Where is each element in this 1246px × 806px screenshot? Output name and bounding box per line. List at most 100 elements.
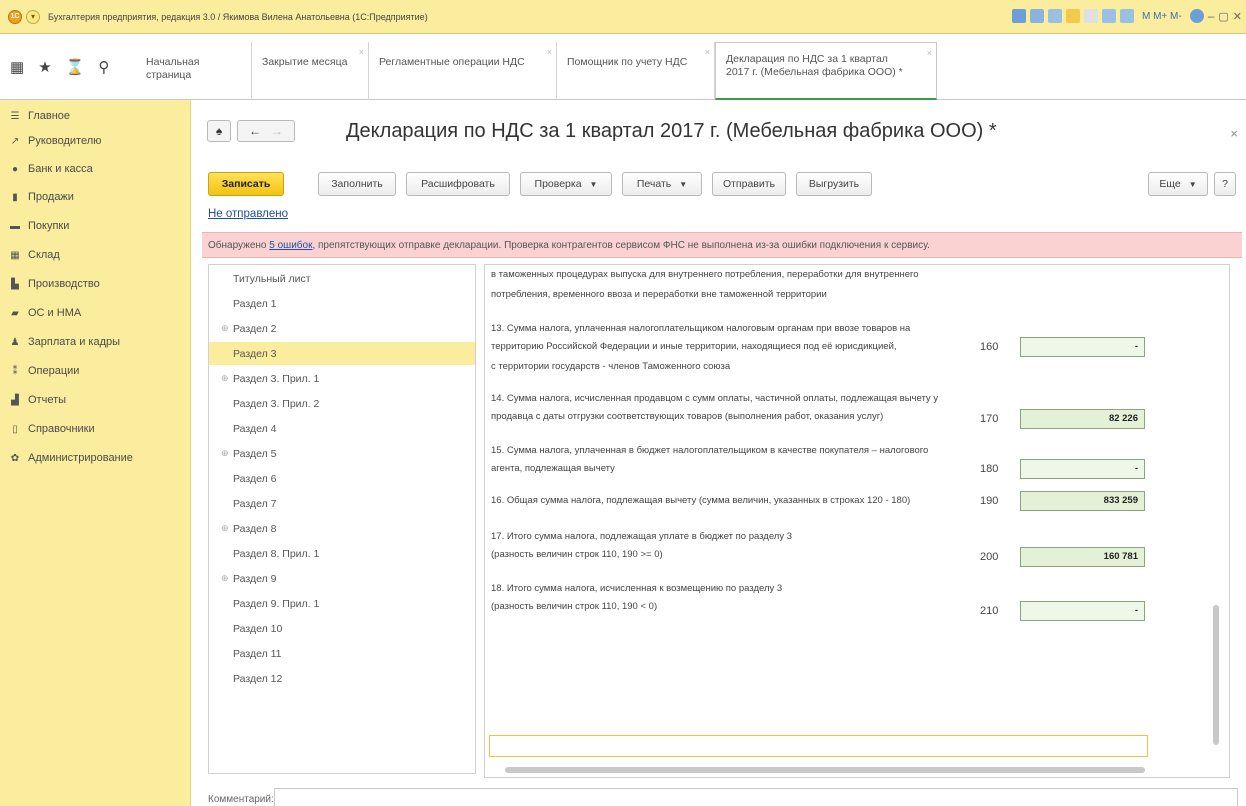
section-item[interactable]: Раздел 10: [209, 617, 475, 640]
sidebar-item-admin[interactable]: ✿ Администрирование: [8, 448, 133, 468]
line-170-field[interactable]: 82 226: [1020, 409, 1145, 429]
section-item[interactable]: Раздел 1: [209, 292, 475, 315]
check-button[interactable]: Проверка ▼: [520, 172, 612, 196]
tab-start-page[interactable]: Начальная страница: [136, 42, 252, 100]
tab-close-icon[interactable]: ×: [359, 46, 364, 59]
section-item[interactable]: Титульный лист: [209, 267, 475, 290]
line-200-field[interactable]: 160 781: [1020, 547, 1145, 567]
calendar-icon[interactable]: [1101, 9, 1116, 23]
section-item[interactable]: ⊕ Раздел 8: [209, 517, 475, 540]
section-item[interactable]: Раздел 4: [209, 417, 475, 440]
save-icon[interactable]: [1011, 9, 1026, 23]
all-functions-icon[interactable]: ▦: [10, 58, 24, 76]
print-button[interactable]: Печать ▼: [622, 172, 702, 196]
tab-close-icon[interactable]: ×: [927, 47, 932, 60]
main-menu-icon[interactable]: ▾: [26, 9, 40, 24]
section-item-selected[interactable]: Раздел 3: [209, 342, 475, 365]
send-button[interactable]: Отправить: [712, 172, 786, 196]
form-text: потребления, временного ввоза и перерабо…: [491, 289, 827, 300]
form-text: территорию Российской Федерации и иные т…: [491, 341, 897, 352]
expand-plus-icon[interactable]: ⊕: [221, 323, 229, 334]
favorites-star-icon[interactable]: ★: [38, 58, 51, 76]
sidebar-item-salary[interactable]: ♟ Зарплата и кадры: [8, 332, 121, 352]
section-item[interactable]: Раздел 11: [209, 642, 475, 665]
close-window-icon[interactable]: ✕: [1233, 10, 1242, 23]
minimize-icon[interactable]: –: [1208, 9, 1215, 23]
info-icon[interactable]: [1189, 9, 1204, 23]
history-icon[interactable]: [1083, 9, 1098, 23]
section-item[interactable]: ⊕ Раздел 3. Прил. 1: [209, 367, 475, 390]
section-item[interactable]: ⊕ Раздел 2: [209, 317, 475, 340]
sidebar-item-assets[interactable]: ▰ ОС и НМА: [8, 303, 81, 323]
calculator-icon[interactable]: [1119, 9, 1134, 23]
tab-vat-declaration[interactable]: Декларация по НДС за 1 квартал 2017 г. (…: [715, 42, 937, 100]
section-item[interactable]: Раздел 12: [209, 667, 475, 690]
window-controls: M M+ M- – ▢ ✕: [1011, 9, 1242, 23]
memory-buttons[interactable]: M M+ M-: [1142, 11, 1182, 22]
back-arrow-icon[interactable]: ←: [249, 124, 261, 138]
horizontal-scrollbar[interactable]: [505, 767, 1145, 773]
close-form-icon[interactable]: ×: [1230, 126, 1238, 141]
section-item[interactable]: Раздел 7: [209, 492, 475, 515]
line-160-field[interactable]: -: [1020, 337, 1145, 357]
home-button[interactable]: ♠: [207, 120, 231, 142]
forward-arrow-icon[interactable]: →: [271, 124, 283, 138]
tab-label-line1: Декларация по НДС за 1 квартал: [726, 53, 888, 65]
sidebar-item-label: Продажи: [28, 191, 74, 203]
sidebar-item-management[interactable]: ↗ Руководителю: [8, 131, 102, 151]
sidebar-item-reports[interactable]: ▟ Отчеты: [8, 390, 66, 410]
expand-plus-icon[interactable]: ⊕: [221, 373, 229, 384]
section-item[interactable]: Раздел 9. Прил. 1: [209, 592, 475, 615]
form-text: 13. Сумма налога, уплаченная налогоплате…: [491, 323, 911, 334]
tab-close-icon[interactable]: ×: [705, 46, 710, 59]
tab-month-close[interactable]: Закрытие месяца ×: [252, 42, 369, 100]
expand-plus-icon[interactable]: ⊕: [221, 573, 229, 584]
expand-plus-icon[interactable]: ⊕: [221, 448, 229, 459]
comment-input[interactable]: [274, 788, 1238, 806]
print-icon[interactable]: [1029, 9, 1044, 23]
tab-vat-assistant[interactable]: Помощник по учету НДС ×: [557, 42, 715, 100]
section-item[interactable]: ⊕ Раздел 9: [209, 567, 475, 590]
link-icon[interactable]: [1047, 9, 1062, 23]
sidebar-item-label: Производство: [28, 278, 100, 290]
sidebar-item-bank[interactable]: ● Банк и касса: [8, 159, 93, 179]
favorite-icon[interactable]: [1065, 9, 1080, 23]
sidebar-item-operations[interactable]: ⁑ Операции: [8, 361, 80, 381]
line-190-field[interactable]: 833 259: [1020, 491, 1145, 511]
sidebar-item-purchases[interactable]: ▬ Покупки: [8, 216, 69, 236]
save-button[interactable]: Записать: [208, 172, 284, 196]
export-button[interactable]: Выгрузить: [796, 172, 872, 196]
maximize-icon[interactable]: ▢: [1218, 10, 1228, 23]
declaration-form: в таможенных процедурах выпуска для внут…: [484, 264, 1230, 778]
sidebar-item-sales[interactable]: ▮ Продажи: [8, 187, 74, 207]
errors-link[interactable]: 5 ошибок: [269, 240, 312, 251]
expand-plus-icon[interactable]: ⊕: [221, 523, 229, 534]
send-status-link[interactable]: Не отправлено: [208, 208, 288, 220]
sidebar-item-production[interactable]: ▙ Производство: [8, 274, 100, 294]
help-button[interactable]: ?: [1214, 172, 1236, 196]
form-text: (разность величин строк 110, 190 >= 0): [491, 549, 663, 560]
search-icon[interactable]: ⚲: [98, 58, 109, 76]
decode-button[interactable]: Расшифровать: [406, 172, 510, 196]
line-210-field[interactable]: -: [1020, 601, 1145, 621]
app-logo-icon[interactable]: 1С: [8, 9, 22, 24]
sidebar-item-main[interactable]: ☰ Главное: [8, 106, 71, 126]
section-item[interactable]: Раздел 8. Прил. 1: [209, 542, 475, 565]
line-code: 160: [980, 341, 999, 353]
sidebar-item-warehouse[interactable]: ▦ Склад: [8, 245, 60, 265]
sidebar-item-directories[interactable]: ▯ Справочники: [8, 419, 94, 439]
fill-button[interactable]: Заполнить: [318, 172, 396, 196]
vertical-scrollbar[interactable]: [1213, 605, 1219, 745]
tab-close-icon[interactable]: ×: [547, 46, 552, 59]
line-180-field[interactable]: -: [1020, 459, 1145, 479]
section-label: Раздел 11: [233, 647, 282, 660]
more-button[interactable]: Еще ▼: [1148, 172, 1208, 196]
history-clock-icon[interactable]: ⌛: [66, 58, 85, 76]
section-item[interactable]: ⊕ Раздел 5: [209, 442, 475, 465]
tab-vat-operations[interactable]: Регламентные операции НДС ×: [369, 42, 557, 100]
section-item[interactable]: Раздел 6: [209, 467, 475, 490]
form-text: 15. Сумма налога, уплаченная в бюджет на…: [491, 445, 929, 456]
section-item[interactable]: Раздел 3. Прил. 2: [209, 392, 475, 415]
print-button-label: Печать: [636, 178, 672, 190]
cell-edit-input[interactable]: [489, 735, 1148, 757]
